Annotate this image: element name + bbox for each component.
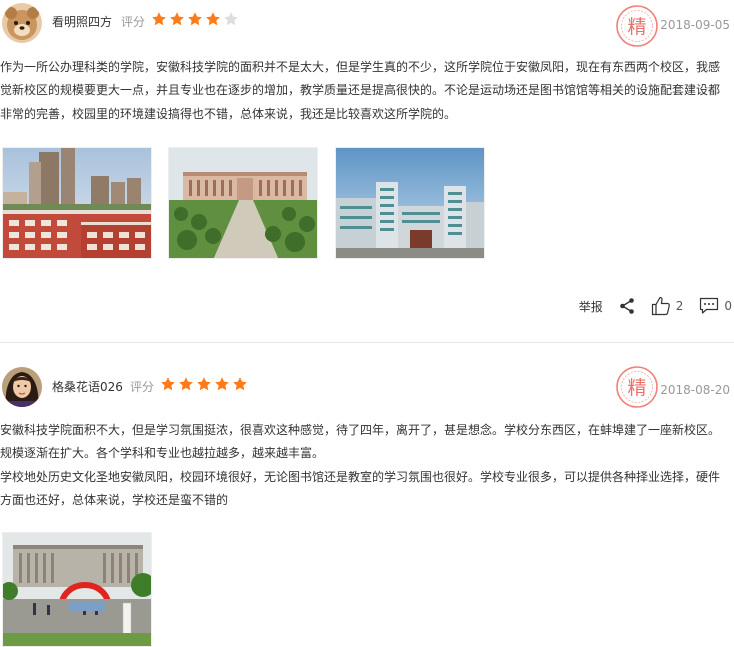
star-icon <box>152 12 166 26</box>
review-paragraph: 学校地处历史文化圣地安徽凤阳，校园环境很好，无论图书馆还是教室的学习氛围也很好。… <box>0 469 721 507</box>
star-rating <box>160 376 248 392</box>
comment-count: 0 <box>724 299 732 313</box>
star-icon <box>224 12 238 26</box>
featured-seal-icon: 精 <box>615 4 659 48</box>
username[interactable]: 格桑花语026 <box>52 378 123 395</box>
review-photo[interactable] <box>2 147 152 259</box>
featured-seal-icon: 精 <box>615 365 659 409</box>
thumbs-up-icon <box>651 296 670 316</box>
like-count: 2 <box>675 299 684 313</box>
star-icon <box>188 12 202 26</box>
avatar[interactable] <box>2 3 42 43</box>
review-text: 安徽科技学院面积不大，但是学习氛围挺浓，很喜欢这种感觉，待了四年，离开了，甚是想… <box>0 419 730 512</box>
share-icon <box>619 298 634 314</box>
comment-icon <box>700 297 719 314</box>
rating-label: 评分 <box>121 15 146 29</box>
review-photo[interactable] <box>168 147 318 259</box>
star-rating <box>151 11 239 27</box>
review-date: 2018-08-20 <box>660 383 730 397</box>
review-text: 作为一所公办理科类的学院，安徽科技学院的面积并不是太大，但是学生真的不少，这所学… <box>0 56 730 126</box>
star-icon <box>179 377 193 391</box>
star-icon <box>161 377 175 391</box>
badge-label: 精 <box>627 377 646 399</box>
review-card: 格桑花语026 评分 精 2018-08-20 安徽科技学院面积不大，但是学习氛… <box>0 343 734 647</box>
like-button[interactable]: 2 <box>651 296 684 316</box>
avatar[interactable] <box>2 367 42 407</box>
report-label: 举报 <box>578 299 603 314</box>
report-button[interactable]: 举报 <box>579 298 603 315</box>
rating-label: 评分 <box>130 380 155 394</box>
star-icon <box>206 12 220 26</box>
username[interactable]: 看明照四方 <box>52 13 112 30</box>
star-icon <box>233 377 247 391</box>
star-icon <box>215 377 229 391</box>
star-icon <box>197 377 211 391</box>
share-button[interactable] <box>619 297 635 315</box>
comment-button[interactable]: 0 <box>699 297 732 315</box>
review-photo[interactable] <box>2 532 152 647</box>
review-paragraph: 作为一所公办理科类的学院，安徽科技学院的面积并不是太大，但是学生真的不少，这所学… <box>0 60 721 121</box>
star-icon <box>170 12 184 26</box>
review-photo[interactable] <box>335 147 485 259</box>
badge-label: 精 <box>627 16 646 38</box>
review-date: 2018-09-05 <box>660 18 730 32</box>
review-actions: 举报 2 0 <box>563 296 732 316</box>
review-paragraph: 安徽科技学院面积不大，但是学习氛围挺浓，很喜欢这种感觉，待了四年，离开了，甚是想… <box>0 423 721 461</box>
review-card: 看明照四方 评分 精 2018-09-05 作为一所公办理科类的学院，安徽科技学… <box>0 0 734 342</box>
